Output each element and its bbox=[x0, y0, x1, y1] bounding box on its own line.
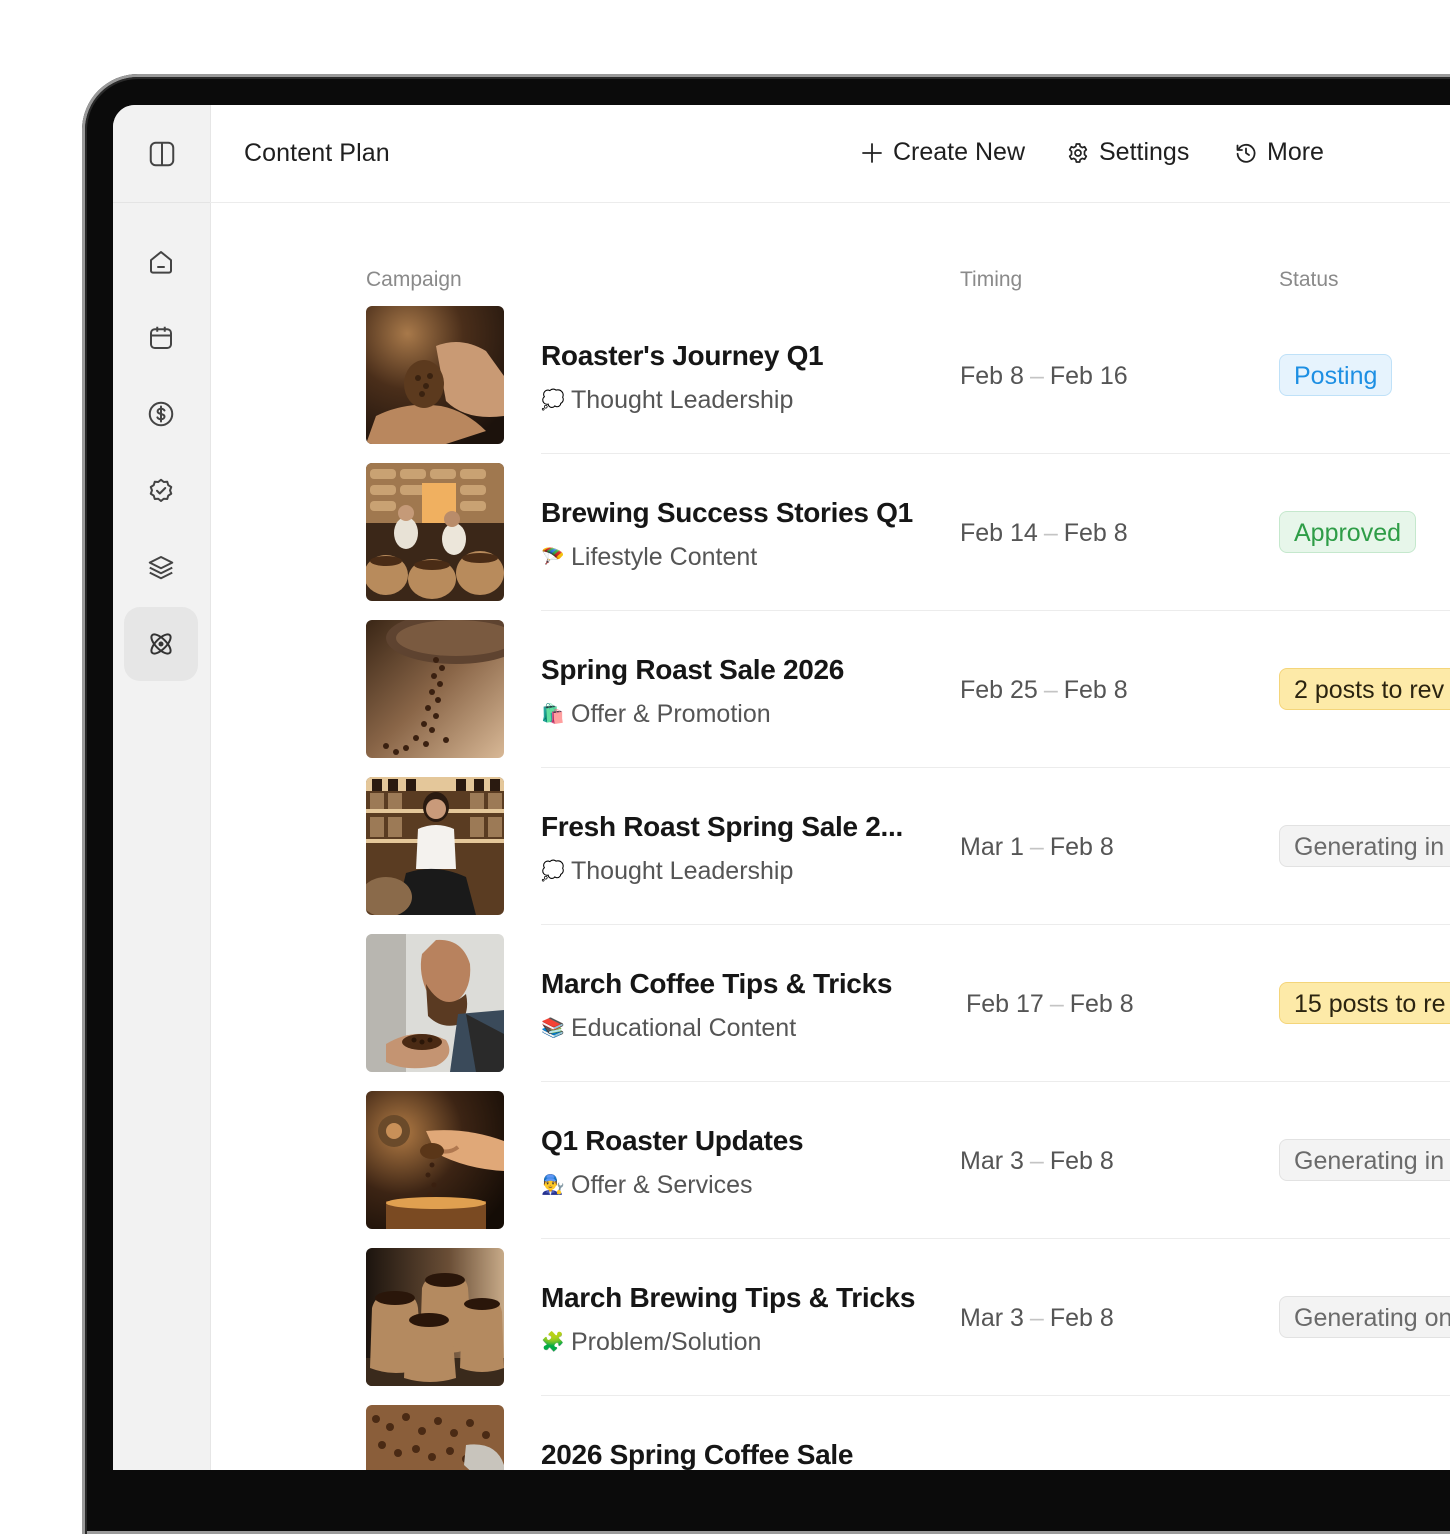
puzzle-icon: 🧩 bbox=[541, 1331, 565, 1353]
timing-end: Feb 8 bbox=[1063, 676, 1128, 704]
create-new-label: Create New bbox=[893, 138, 1025, 166]
timing-end: Feb 16 bbox=[1049, 362, 1128, 390]
campaign-thumbnail bbox=[366, 1405, 504, 1470]
top-bar: Content Plan Create New Settings More bbox=[210, 105, 1450, 203]
status-badge[interactable]: Posting bbox=[1279, 354, 1393, 396]
timing-start: Mar 3 bbox=[960, 1147, 1024, 1175]
row-divider bbox=[541, 767, 1450, 768]
campaign-category: 👨‍🔧 Offer & Services bbox=[541, 1171, 753, 1200]
settings-label: Settings bbox=[1099, 138, 1190, 166]
thought-bubble-icon: 💭 bbox=[541, 389, 565, 411]
campaign-category: 🛍️ Offer & Promotion bbox=[541, 700, 771, 729]
app-window: Content Plan Create New Settings More Ca… bbox=[113, 105, 1450, 1470]
column-header-timing: Timing bbox=[960, 268, 1023, 291]
table-row[interactable]: March Brewing Tips & Tricks 🧩 Problem/So… bbox=[113, 1248, 1450, 1405]
campaign-thumbnail bbox=[366, 1248, 504, 1386]
table-row[interactable]: 2026 Spring Coffee Sale bbox=[113, 1405, 1450, 1470]
campaign-category: 📚 Educational Content bbox=[541, 1014, 796, 1043]
campaign-timing: Mar 1– Feb 8 bbox=[960, 833, 1114, 861]
sidebar-item-home[interactable] bbox=[124, 225, 198, 299]
campaign-thumbnail bbox=[366, 777, 504, 915]
status-badge[interactable]: Generating in bbox=[1279, 1139, 1450, 1181]
page-title: Content Plan bbox=[244, 139, 390, 167]
mechanic-icon: 👨‍🔧 bbox=[541, 1174, 565, 1196]
column-header-status: Status bbox=[1279, 268, 1339, 291]
campaign-category: 🪂 Lifestyle Content bbox=[541, 543, 757, 572]
table-row[interactable]: Brewing Success Stories Q1 🪂 Lifestyle C… bbox=[113, 463, 1450, 620]
row-divider bbox=[541, 1395, 1450, 1396]
campaign-category: 🧩 Problem/Solution bbox=[541, 1328, 761, 1357]
timing-start: Mar 3 bbox=[960, 1304, 1024, 1332]
column-header-campaign: Campaign bbox=[366, 268, 462, 291]
settings-button[interactable]: Settings bbox=[1066, 138, 1189, 167]
timing-end: Feb 8 bbox=[1063, 519, 1128, 547]
campaign-category-label: Lifestyle Content bbox=[571, 543, 758, 571]
campaign-category-label: Offer & Services bbox=[571, 1171, 753, 1199]
sidebar-toggle-button[interactable] bbox=[113, 105, 210, 203]
home-icon bbox=[150, 251, 172, 274]
campaign-timing: Mar 3– Feb 8 bbox=[960, 1147, 1114, 1175]
thought-bubble-icon: 💭 bbox=[541, 860, 565, 882]
campaign-title[interactable]: March Coffee Tips & Tricks bbox=[541, 968, 892, 1000]
status-badge[interactable]: Generating on bbox=[1279, 1296, 1450, 1338]
timing-start: Mar 1 bbox=[960, 833, 1024, 861]
timing-start: Feb 14 bbox=[960, 519, 1038, 547]
plus-icon bbox=[862, 142, 882, 163]
status-badge[interactable]: Generating in bbox=[1279, 825, 1450, 867]
gear-icon bbox=[1068, 142, 1088, 163]
status-badge[interactable]: 2 posts to rev bbox=[1279, 668, 1450, 710]
campaign-thumbnail bbox=[366, 934, 504, 1072]
table-row[interactable]: Q1 Roaster Updates 👨‍🔧 Offer & Services … bbox=[113, 1091, 1450, 1248]
campaign-timing: Feb 8– Feb 16 bbox=[960, 362, 1128, 390]
more-button[interactable]: More bbox=[1234, 138, 1324, 167]
sidebar-toggle-icon bbox=[149, 141, 174, 166]
more-label: More bbox=[1267, 138, 1324, 166]
campaign-timing: Feb 17– Feb 8 bbox=[966, 990, 1134, 1018]
table-row[interactable]: Spring Roast Sale 2026 🛍️ Offer & Promot… bbox=[113, 620, 1450, 777]
table-row[interactable]: March Coffee Tips & Tricks 📚 Educational… bbox=[113, 934, 1450, 1091]
campaign-category-label: Thought Leadership bbox=[571, 857, 794, 885]
row-divider bbox=[541, 924, 1450, 925]
row-divider bbox=[541, 453, 1450, 454]
timing-end: Feb 8 bbox=[1069, 990, 1134, 1018]
campaign-title[interactable]: March Brewing Tips & Tricks bbox=[541, 1282, 915, 1314]
timing-end: Feb 8 bbox=[1049, 1147, 1114, 1175]
parachute-icon: 🪂 bbox=[541, 546, 565, 568]
campaign-category: 💭 Thought Leadership bbox=[541, 386, 793, 415]
history-icon bbox=[1236, 143, 1256, 163]
campaign-category-label: Problem/Solution bbox=[571, 1328, 762, 1356]
status-badge[interactable]: Approved bbox=[1279, 511, 1417, 553]
timing-end: Feb 8 bbox=[1049, 1304, 1114, 1332]
books-icon: 📚 bbox=[541, 1017, 565, 1039]
campaign-category: 💭 Thought Leadership bbox=[541, 857, 793, 886]
timing-end: Feb 8 bbox=[1049, 833, 1114, 861]
timing-start: Feb 25 bbox=[960, 676, 1038, 704]
campaign-title[interactable]: Q1 Roaster Updates bbox=[541, 1125, 804, 1157]
campaign-title[interactable]: Fresh Roast Spring Sale 2... bbox=[541, 811, 903, 843]
timing-start: Feb 17 bbox=[966, 990, 1044, 1018]
campaign-category-label: Offer & Promotion bbox=[571, 700, 771, 728]
timing-start: Feb 8 bbox=[960, 362, 1024, 390]
row-divider bbox=[541, 1238, 1450, 1239]
campaign-title[interactable]: 2026 Spring Coffee Sale bbox=[541, 1439, 853, 1470]
campaign-timing: Feb 25– Feb 8 bbox=[960, 676, 1128, 704]
campaign-thumbnail bbox=[366, 620, 504, 758]
create-new-button[interactable]: Create New bbox=[860, 138, 1025, 167]
campaign-timing: Mar 3– Feb 8 bbox=[960, 1304, 1114, 1332]
campaign-title[interactable]: Roaster's Journey Q1 bbox=[541, 340, 824, 372]
table-row[interactable]: Fresh Roast Spring Sale 2... 💭 Thought L… bbox=[113, 777, 1450, 934]
status-badge[interactable]: 15 posts to re bbox=[1279, 982, 1450, 1024]
campaign-title[interactable]: Brewing Success Stories Q1 bbox=[541, 497, 913, 529]
table-row[interactable]: Roaster's Journey Q1 💭 Thought Leadershi… bbox=[113, 306, 1450, 463]
campaign-thumbnail bbox=[366, 1091, 504, 1229]
campaign-title[interactable]: Spring Roast Sale 2026 bbox=[541, 654, 844, 686]
campaign-timing: Feb 14– Feb 8 bbox=[960, 519, 1128, 547]
shopping-bags-icon: 🛍️ bbox=[541, 703, 565, 725]
campaign-thumbnail bbox=[366, 306, 504, 444]
campaign-category-label: Educational Content bbox=[571, 1014, 797, 1042]
campaign-category-label: Thought Leadership bbox=[571, 386, 794, 414]
row-divider bbox=[541, 610, 1450, 611]
row-divider bbox=[541, 1081, 1450, 1082]
campaign-thumbnail bbox=[366, 463, 504, 601]
